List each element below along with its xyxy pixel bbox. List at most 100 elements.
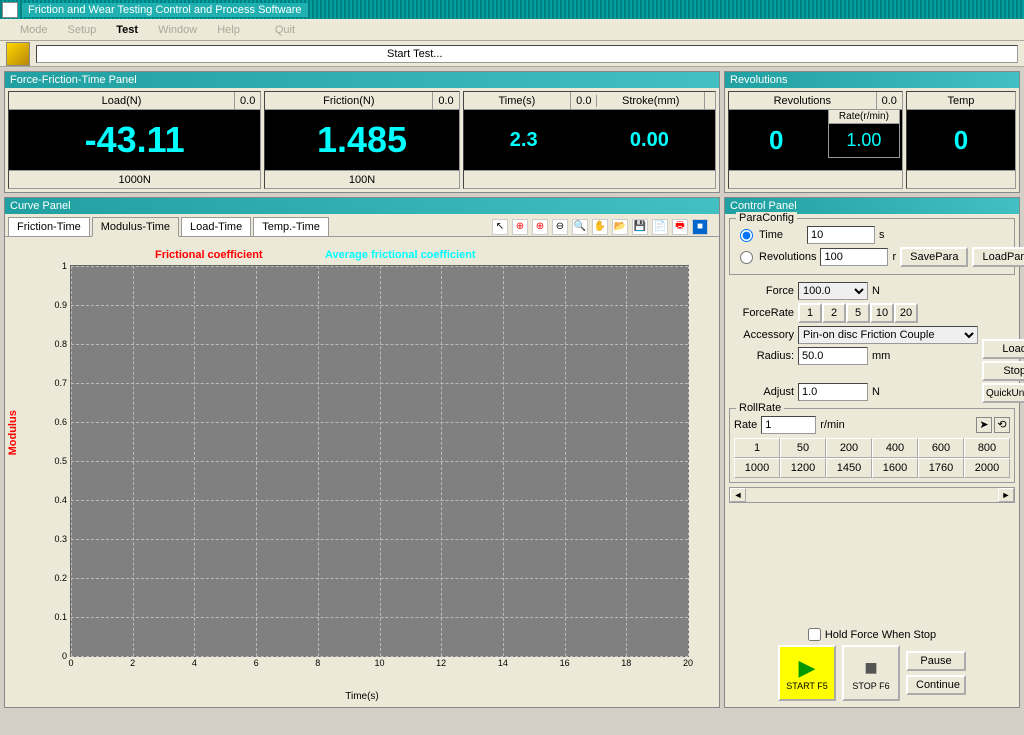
time-radio[interactable] — [740, 229, 753, 242]
print-icon[interactable]: 🖶 — [672, 219, 688, 235]
para-legend: ParaConfig — [736, 212, 797, 224]
tab-temp-time[interactable]: Temp.-Time — [253, 217, 329, 236]
continue-button[interactable]: Continue — [906, 675, 966, 695]
roll-preset-1600[interactable]: 1600 — [872, 458, 918, 478]
rev-label: Revolutions — [729, 95, 876, 107]
friction-box: Friction(N)0.0 1.485 100N — [264, 91, 459, 189]
curve-panel: Curve Panel Friction-Time Modulus-Time L… — [4, 197, 720, 708]
load-para-button[interactable]: LoadPara — [972, 247, 1024, 267]
play-icon: ▶ — [799, 655, 816, 681]
window-title: Friction and Wear Testing Control and Pr… — [22, 3, 308, 17]
roll-preset-50[interactable]: 50 — [780, 438, 826, 458]
para-config-fieldset: ParaConfig Time s Revolutions r SavePara… — [729, 218, 1015, 275]
force-label: Force — [729, 285, 794, 297]
time-input[interactable] — [807, 226, 875, 244]
force-rate-2[interactable]: 2 — [822, 303, 846, 323]
start-button[interactable]: ▶ START F5 — [778, 645, 836, 701]
print-preview-icon[interactable]: 📄 — [652, 219, 668, 235]
save-icon[interactable]: 💾 — [632, 219, 648, 235]
app-icon — [2, 2, 18, 18]
open-icon[interactable]: 📂 — [612, 219, 628, 235]
menu-mode[interactable]: Mode — [10, 22, 58, 38]
rev-input[interactable] — [820, 248, 888, 266]
scroll-left-icon[interactable]: ◄ — [730, 488, 746, 502]
pointer-icon[interactable]: ↖ — [492, 219, 508, 235]
force-rate-20[interactable]: 20 — [894, 303, 918, 323]
zoom-out-icon[interactable]: ⊖ — [552, 219, 568, 235]
roll-preset-600[interactable]: 600 — [918, 438, 964, 458]
menu-window[interactable]: Window — [148, 22, 207, 38]
chart-area: Frictional coefficient Average frictiona… — [5, 237, 719, 707]
roll-preset-1200[interactable]: 1200 — [780, 458, 826, 478]
toolbar: Start Test... — [0, 41, 1024, 67]
force-rate-10[interactable]: 10 — [870, 303, 894, 323]
stop-button[interactable]: Stop — [982, 361, 1024, 381]
zoom-in-icon[interactable]: ⊕ — [512, 219, 528, 235]
adjust-label: Adjust — [729, 386, 794, 398]
radius-input[interactable] — [798, 347, 868, 365]
force-rate-1[interactable]: 1 — [798, 303, 822, 323]
adjust-input[interactable] — [798, 383, 868, 401]
rev-radio[interactable] — [740, 251, 753, 264]
legend-average: Average frictional coefficient — [325, 249, 476, 261]
roll-preset-400[interactable]: 400 — [872, 438, 918, 458]
zoom-y-icon[interactable]: ⊕ — [532, 219, 548, 235]
roll-preset-1760[interactable]: 1760 — [918, 458, 964, 478]
refresh-icon[interactable]: ⟲ — [994, 417, 1010, 433]
force-rate-5[interactable]: 5 — [846, 303, 870, 323]
panel-title: Curve Panel — [5, 198, 719, 214]
rate-unit: r/min — [820, 419, 844, 431]
time-label: Time — [759, 229, 783, 241]
zoom-fit-icon[interactable]: 🔍 — [572, 219, 588, 235]
load-value: -43.11 — [85, 119, 185, 161]
menu-test[interactable]: Test — [106, 22, 148, 38]
roll-preset-200[interactable]: 200 — [826, 438, 872, 458]
temp-value: 0 — [954, 125, 968, 156]
quick-unload-button[interactable]: QuickUnload — [982, 383, 1024, 403]
rate-input[interactable] — [761, 416, 816, 434]
revolutions-panel: Revolutions Revolutions0.0 0 Rate(r/min)… — [724, 71, 1020, 193]
tab-load-time[interactable]: Load-Time — [181, 217, 251, 236]
hand-icon[interactable]: ✋ — [592, 219, 608, 235]
app-tool-icon[interactable] — [6, 42, 30, 66]
roll-preset-1000[interactable]: 1000 — [734, 458, 780, 478]
hold-force-checkbox[interactable] — [808, 628, 821, 641]
send-icon[interactable]: ➤ — [976, 417, 992, 433]
accessory-select[interactable]: Pin-on disc Friction Couple — [798, 326, 978, 344]
friction-range: 100N — [265, 170, 458, 188]
save-para-button[interactable]: SavePara — [900, 247, 968, 267]
stop-f6-button[interactable]: ■ STOP F6 — [842, 645, 900, 701]
stop-rec-icon[interactable]: ■ — [692, 219, 708, 235]
stroke-value: 0.00 — [630, 129, 669, 152]
panel-title: Revolutions — [725, 72, 1019, 88]
pause-button[interactable]: Pause — [906, 651, 966, 671]
force-select[interactable]: 100.0 — [798, 282, 868, 300]
roll-preset-1[interactable]: 1 — [734, 438, 780, 458]
menu-help[interactable]: Help — [207, 22, 250, 38]
force-rate-label: ForceRate — [729, 307, 794, 319]
rev-value: 0 — [769, 125, 783, 156]
stroke-small — [704, 92, 715, 109]
tab-modulus-time[interactable]: Modulus-Time — [92, 217, 179, 237]
force-friction-panel: Force-Friction-Time Panel Load(N)0.0 -43… — [4, 71, 720, 193]
roll-preset-2000[interactable]: 2000 — [964, 458, 1010, 478]
temp-box: Temp 0 — [906, 91, 1016, 189]
scroll-right-icon[interactable]: ► — [998, 488, 1014, 502]
x-axis-label: Time(s) — [345, 691, 379, 702]
roll-preset-1450[interactable]: 1450 — [826, 458, 872, 478]
rate-label: Rate(r/min) — [829, 110, 899, 124]
tab-friction-time[interactable]: Friction-Time — [8, 217, 90, 236]
plot-area[interactable]: 00.10.20.30.40.50.60.70.80.9102468101214… — [70, 265, 689, 657]
load-label: Load(N) — [9, 95, 234, 107]
hold-force-label: Hold Force When Stop — [825, 629, 936, 641]
h-scrollbar[interactable]: ◄ ► — [729, 487, 1015, 503]
friction-label: Friction(N) — [265, 95, 432, 107]
rev-label: Revolutions — [759, 251, 816, 263]
time-value: 2.3 — [510, 129, 538, 152]
stroke-label: Stroke(mm) — [596, 95, 704, 107]
menu-setup[interactable]: Setup — [58, 22, 107, 38]
roll-preset-800[interactable]: 800 — [964, 438, 1010, 458]
load-button[interactable]: Load — [982, 339, 1024, 359]
control-panel: Control Panel ParaConfig Time s Revoluti… — [724, 197, 1020, 708]
menu-quit[interactable]: Quit — [265, 22, 305, 38]
